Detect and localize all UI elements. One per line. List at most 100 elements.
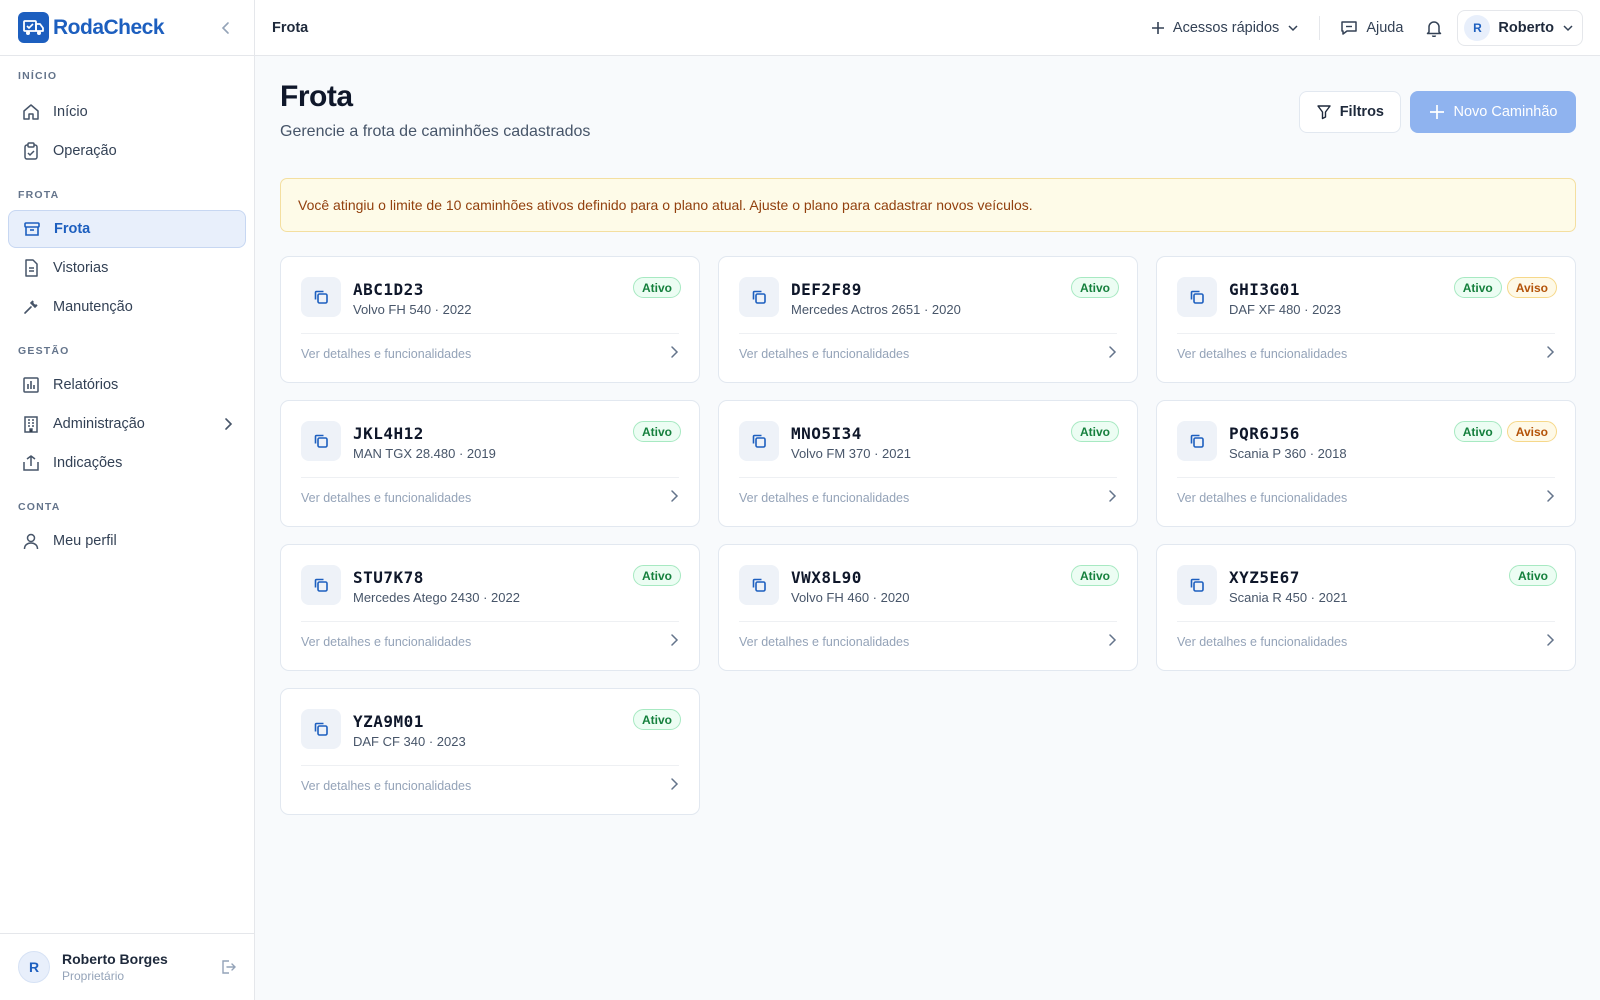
details-link[interactable]: Ver detalhes e funcionalidades [301, 635, 471, 649]
details-link[interactable]: Ver detalhes e funcionalidades [739, 635, 909, 649]
divider [301, 477, 679, 478]
filters-button[interactable]: Filtros [1298, 91, 1401, 133]
sidebar-item-frota[interactable]: Frota [8, 210, 246, 248]
copy-icon [301, 565, 341, 605]
sidebar-item-label: Frota [54, 221, 91, 237]
new-truck-button-label: Novo Caminhão [1453, 104, 1558, 120]
copy-icon [739, 565, 779, 605]
clipboard-icon [21, 141, 41, 161]
divider [739, 621, 1117, 622]
page-subtitle: Gerencie a frota de caminhões cadastrado… [280, 123, 591, 140]
logout-icon[interactable] [220, 959, 236, 975]
truck-card[interactable]: ABC1D23 Volvo FH 540 · 2022 Ativo Ver de… [280, 256, 700, 383]
divider [739, 477, 1117, 478]
chevron-right-icon [669, 345, 679, 359]
copy-icon [1177, 277, 1217, 317]
status-badges: Ativo [633, 421, 681, 442]
user-menu[interactable]: R Roberto [1457, 9, 1583, 46]
new-truck-button[interactable]: Novo Caminhão [1410, 91, 1576, 133]
details-link[interactable]: Ver detalhes e funcionalidades [739, 491, 909, 505]
sidebar-item-label: Relatórios [53, 377, 119, 393]
sidebar-item-manutencao[interactable]: Manutenção [8, 288, 246, 326]
bell-icon[interactable] [1425, 19, 1443, 37]
status-badge: Ativo [633, 565, 681, 586]
help-button[interactable]: Ajuda [1340, 19, 1403, 37]
divider [1177, 621, 1555, 622]
truck-model: Scania R 450 · 2021 [1229, 590, 1348, 605]
topbar: Frota Acessos rápidos Ajuda R Roberto [255, 0, 1600, 56]
page-title: Frota [280, 80, 353, 113]
truck-plate: STU7K78 [353, 568, 424, 587]
truck-card[interactable]: YZA9M01 DAF CF 340 · 2023 Ativo Ver deta… [280, 688, 700, 815]
truck-card[interactable]: XYZ5E67 Scania R 450 · 2021 Ativo Ver de… [1156, 544, 1576, 671]
status-badges: Ativo [633, 565, 681, 586]
sidebar-item-relatorios[interactable]: Relatórios [8, 366, 246, 404]
truck-logo-icon [18, 12, 49, 43]
user-menu-name: Roberto [1498, 19, 1554, 36]
status-badge: Ativo [1071, 277, 1119, 298]
truck-plate: DEF2F89 [791, 280, 862, 299]
user-full-name: Roberto Borges [62, 951, 168, 967]
divider [739, 333, 1117, 334]
divider [301, 333, 679, 334]
divider [301, 621, 679, 622]
sidebar-item-administracao[interactable]: Administração [8, 405, 246, 443]
status-badge: Ativo [1453, 421, 1502, 442]
chevron-left-icon [221, 21, 229, 34]
details-link[interactable]: Ver detalhes e funcionalidades [1177, 491, 1347, 505]
truck-card[interactable]: MNO5I34 Volvo FM 370 · 2021 Ativo Ver de… [718, 400, 1138, 527]
chat-icon [1341, 20, 1358, 35]
status-badges: Ativo Aviso [1453, 277, 1557, 298]
copy-icon [739, 421, 779, 461]
details-link[interactable]: Ver detalhes e funcionalidades [1177, 635, 1347, 649]
status-badge: Ativo [633, 277, 681, 298]
truck-card[interactable]: VWX8L90 Volvo FH 460 · 2020 Ativo Ver de… [718, 544, 1138, 671]
details-link[interactable]: Ver detalhes e funcionalidades [739, 347, 909, 361]
sidebar-item-label: Administração [53, 416, 145, 432]
divider [301, 765, 679, 766]
collapse-sidebar-button[interactable] [216, 18, 236, 38]
avatar[interactable]: R [18, 951, 50, 983]
avatar: R [1464, 14, 1491, 41]
sidebar-item-vistorias[interactable]: Vistorias [8, 249, 246, 287]
sidebar-item-indicacoes[interactable]: Indicações [8, 444, 246, 482]
filters-button-label: Filtros [1339, 104, 1384, 120]
status-badges: Ativo [1071, 565, 1119, 586]
truck-card[interactable]: DEF2F89 Mercedes Actros 2651 · 2020 Ativ… [718, 256, 1138, 383]
details-link[interactable]: Ver detalhes e funcionalidades [301, 491, 471, 505]
chevron-right-icon [669, 633, 679, 647]
truck-card[interactable]: JKL4H12 MAN TGX 28.480 · 2019 Ativo Ver … [280, 400, 700, 527]
sidebar-item-meu-perfil[interactable]: Meu perfil [8, 522, 246, 560]
user-icon [21, 531, 41, 551]
sidebar-item-label: Indicações [53, 455, 123, 471]
sidebar-item-label: Operação [53, 143, 117, 159]
details-link[interactable]: Ver detalhes e funcionalidades [301, 779, 471, 793]
truck-model: MAN TGX 28.480 · 2019 [353, 446, 496, 461]
copy-icon [1177, 565, 1217, 605]
truck-model: Mercedes Actros 2651 · 2020 [791, 302, 961, 317]
truck-plate: VWX8L90 [791, 568, 862, 587]
truck-card[interactable]: PQR6J56 Scania P 360 · 2018 Ativo Aviso V… [1156, 400, 1576, 527]
divider [1177, 333, 1555, 334]
brand-name: RodaCheck [53, 15, 165, 39]
copy-icon [301, 421, 341, 461]
status-badge: Ativo [633, 421, 681, 442]
home-icon [21, 102, 41, 122]
chevron-down-icon [1288, 24, 1298, 31]
truck-card[interactable]: GHI3G01 DAF XF 480 · 2023 Ativo Aviso Ver… [1156, 256, 1576, 383]
sidebar-item-operacao[interactable]: Operação [8, 132, 246, 170]
details-link[interactable]: Ver detalhes e funcionalidades [301, 347, 471, 361]
truck-model: DAF CF 340 · 2023 [353, 734, 466, 749]
truck-plate: PQR6J56 [1229, 424, 1300, 443]
quick-access-dropdown[interactable]: Acessos rápidos [1151, 20, 1299, 36]
truck-model: Volvo FH 540 · 2022 [353, 302, 472, 317]
details-link[interactable]: Ver detalhes e funcionalidades [1177, 347, 1347, 361]
sidebar-item-inicio[interactable]: Início [8, 93, 246, 131]
truck-model: DAF XF 480 · 2023 [1229, 302, 1341, 317]
truck-grid: ABC1D23 Volvo FH 540 · 2022 Ativo Ver de… [280, 256, 1576, 815]
status-badges: Ativo Aviso [1453, 421, 1557, 442]
status-badge: Ativo [1071, 565, 1119, 586]
copy-icon [301, 277, 341, 317]
chevron-right-icon [669, 777, 679, 791]
truck-card[interactable]: STU7K78 Mercedes Atego 2430 · 2022 Ativo… [280, 544, 700, 671]
